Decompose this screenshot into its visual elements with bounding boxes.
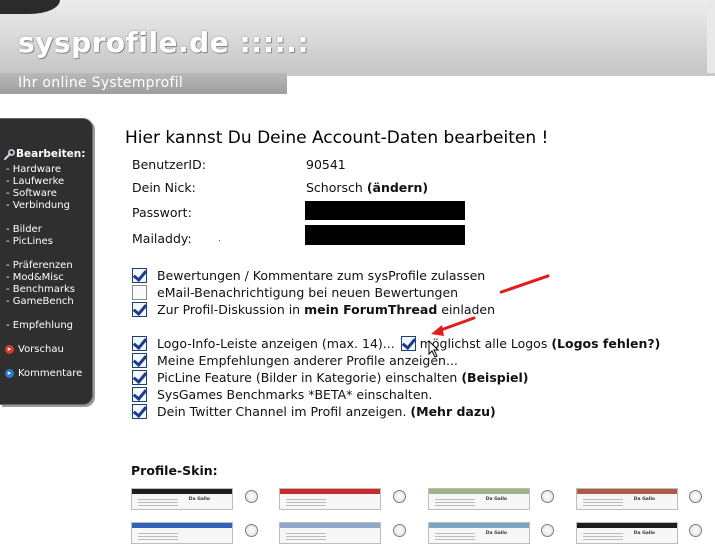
recommendations-checkbox[interactable] bbox=[132, 352, 147, 368]
skin-thumbnail-label: Da Gallo bbox=[633, 531, 655, 536]
sidebar-item-verbindung[interactable]: - Verbindung bbox=[6, 200, 70, 212]
annotation-arrow-icon bbox=[431, 316, 476, 336]
sysgames-label: SysGames Benchmarks *BETA* einschalten. bbox=[157, 386, 433, 402]
sidebar-item-software[interactable]: - Software bbox=[6, 188, 57, 200]
skin-thumbnail[interactable] bbox=[279, 488, 381, 510]
benutzerid-label: BenutzerID: bbox=[132, 157, 206, 172]
skin-radio[interactable] bbox=[393, 490, 406, 503]
skin-thumbnail[interactable]: Da Gallo bbox=[428, 522, 530, 544]
subtitle-bar: Ihr online Systemprofil bbox=[0, 73, 287, 94]
blue-arrow-icon: ▸ bbox=[5, 369, 14, 378]
logos-missing-link[interactable]: (Logos fehlen?) bbox=[551, 336, 660, 351]
site-subtitle: Ihr online Systemprofil bbox=[18, 75, 184, 91]
nick-label: Dein Nick: bbox=[132, 180, 196, 195]
sidebar-item-empfehlung[interactable]: - Empfehlung bbox=[6, 320, 73, 332]
skin-radio[interactable] bbox=[689, 524, 702, 537]
option-sysgames: SysGames Benchmarks *BETA* einschalten. bbox=[132, 386, 432, 402]
header-corner bbox=[0, 0, 60, 14]
red-arrow-icon: ▸ bbox=[5, 345, 14, 354]
sidebar-item-gamebench[interactable]: - GameBench bbox=[6, 296, 74, 308]
sidebar-item-bilder[interactable]: - Bilder bbox=[6, 224, 42, 236]
forum-thread-link[interactable]: mein ForumThread bbox=[304, 302, 437, 317]
skin-radio[interactable] bbox=[541, 524, 554, 537]
wrench-icon bbox=[4, 148, 15, 160]
sidebar-item-vorschau-label: Vorschau bbox=[18, 344, 64, 355]
logo-bar-label: Logo-Info-Leiste anzeigen (max. 14)... bbox=[157, 335, 395, 351]
mail-redacted-field[interactable] bbox=[305, 225, 465, 245]
sidebar-menu: Bearbeiten: - Hardware - Laufwerke - Sof… bbox=[0, 118, 93, 405]
twitter-label: Dein Twitter Channel im Profil anzeigen. bbox=[157, 403, 411, 419]
skin-thumbnail[interactable]: Da Gallo bbox=[428, 488, 530, 510]
annotation-line bbox=[499, 274, 550, 294]
skin-thumbnail[interactable]: Da Gallo bbox=[576, 488, 678, 510]
option-logo-bar: Logo-Info-Leiste anzeigen (max. 14)... m… bbox=[132, 335, 660, 351]
nick-value: Schorsch bbox=[306, 180, 363, 195]
page-title: Hier kannst Du Deine Account-Daten bearb… bbox=[125, 128, 549, 148]
skin-thumbnail-label: Da Gallo bbox=[485, 531, 507, 536]
sidebar-item-modmisc[interactable]: - Mod&Misc bbox=[6, 272, 64, 284]
sidebar-item-hardware[interactable]: - Hardware bbox=[6, 164, 61, 176]
skin-radio[interactable] bbox=[541, 490, 554, 503]
sysgames-checkbox[interactable] bbox=[132, 386, 147, 402]
sidebar-item-kommentare-label: Kommentare bbox=[18, 368, 83, 379]
picline-label: PicLine Feature (Bilder in Kategorie) ei… bbox=[157, 369, 462, 385]
password-label: Passwort: bbox=[132, 205, 192, 220]
site-logo[interactable]: sysprofile.de ::::.: bbox=[18, 26, 309, 59]
allow-ratings-label: Bewertungen / Kommentare zum sysProfile … bbox=[157, 267, 486, 283]
twitter-checkbox[interactable] bbox=[132, 403, 147, 419]
option-twitter: Dein Twitter Channel im Profil anzeigen.… bbox=[132, 403, 496, 419]
logo-bar-checkbox[interactable] bbox=[132, 335, 147, 351]
forum-thread-label: Zur Profil-Diskussion in bbox=[157, 301, 305, 317]
option-allow-ratings: Bewertungen / Kommentare zum sysProfile … bbox=[132, 267, 485, 283]
forum-thread-checkbox[interactable] bbox=[132, 301, 147, 317]
header-divider bbox=[287, 73, 715, 76]
option-picline: PicLine Feature (Bilder in Kategorie) ei… bbox=[132, 369, 528, 385]
recommendations-label: Meine Empfehlungen anderer Profile anzei… bbox=[157, 352, 458, 368]
skin-thumbnail[interactable]: Da Gallo bbox=[576, 522, 678, 544]
skin-thumbnail-label: Da Gallo bbox=[633, 497, 655, 502]
skin-radio[interactable] bbox=[245, 524, 258, 537]
mail-label: Mailaddy: bbox=[132, 231, 192, 246]
sidebar-heading-label: Bearbeiten: bbox=[16, 148, 86, 160]
header-edge bbox=[707, 0, 715, 73]
sidebar-item-benchmarks[interactable]: - Benchmarks bbox=[6, 284, 75, 296]
benutzerid-value: 90541 bbox=[306, 157, 346, 172]
skin-thumbnail-label: Da Gallo bbox=[188, 497, 210, 502]
twitter-more-link[interactable]: (Mehr dazu) bbox=[410, 404, 495, 419]
sidebar-item-piclines[interactable]: - PicLines bbox=[6, 236, 53, 248]
email-notify-checkbox[interactable] bbox=[132, 284, 147, 300]
picline-example-link[interactable]: (Beispiel) bbox=[461, 370, 528, 385]
password-redacted-field[interactable] bbox=[305, 201, 465, 220]
skin-thumbnail-label: Da Gallo bbox=[485, 497, 507, 502]
sidebar-item-praeferenzen[interactable]: - Präferenzen bbox=[6, 260, 73, 272]
allow-ratings-checkbox[interactable] bbox=[132, 267, 147, 283]
option-recommendations: Meine Empfehlungen anderer Profile anzei… bbox=[132, 352, 458, 368]
sidebar-item-laufwerke[interactable]: - Laufwerke bbox=[6, 176, 64, 188]
skin-radio[interactable] bbox=[245, 490, 258, 503]
mouse-cursor-icon bbox=[428, 340, 440, 358]
all-logos-checkbox[interactable] bbox=[400, 335, 416, 351]
site-header: sysprofile.de ::::.: bbox=[0, 0, 715, 73]
skin-radio[interactable] bbox=[689, 490, 702, 503]
picline-checkbox[interactable] bbox=[132, 369, 147, 385]
stray-dot bbox=[219, 240, 220, 241]
option-email-notify: eMail-Benachrichtigung bei neuen Bewertu… bbox=[132, 284, 458, 300]
email-notify-label: eMail-Benachrichtigung bei neuen Bewertu… bbox=[157, 284, 459, 300]
skin-thumbnail[interactable]: Da Gallo bbox=[131, 488, 233, 510]
skin-thumbnail[interactable] bbox=[279, 522, 381, 544]
profile-skin-heading: Profile-Skin: bbox=[131, 463, 218, 478]
sidebar-heading: Bearbeiten: bbox=[4, 148, 85, 160]
skin-radio[interactable] bbox=[393, 524, 406, 537]
change-nick-link[interactable]: (ändern) bbox=[367, 180, 428, 195]
sidebar-item-kommentare[interactable]: ▸ Kommentare bbox=[5, 368, 82, 379]
sidebar-item-vorschau[interactable]: ▸ Vorschau bbox=[5, 344, 64, 355]
skin-thumbnail[interactable] bbox=[131, 522, 233, 544]
nick-value-row: Schorsch (ändern) bbox=[306, 180, 428, 195]
